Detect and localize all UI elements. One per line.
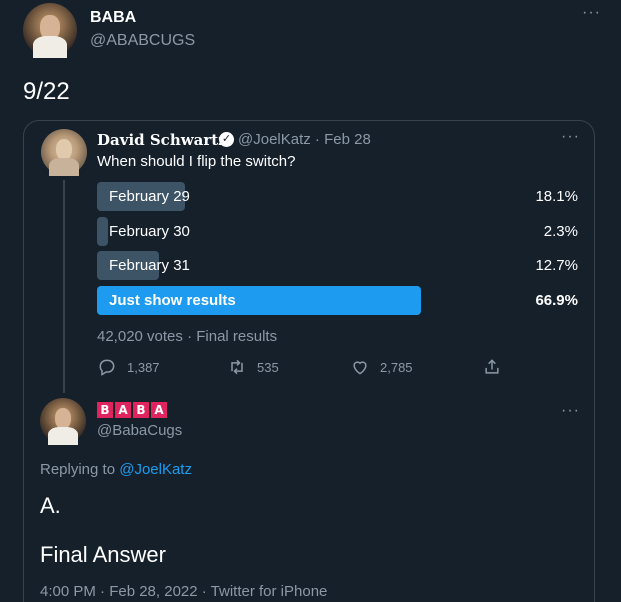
poll-option: February 29 18.1% (97, 182, 582, 211)
poll-option-winner: Just show results 66.9% (97, 286, 582, 315)
reply-avatar[interactable] (40, 398, 86, 445)
poll-option-label: February 30 (109, 223, 190, 240)
like-action[interactable]: 2,785 (350, 356, 413, 378)
more-options-icon[interactable]: ··· (582, 5, 601, 21)
retweet-action[interactable]: 535 (227, 356, 279, 378)
poll-bar (97, 217, 109, 246)
poll-option-percent: 2.3% (543, 223, 578, 240)
name-tile: A (115, 402, 131, 418)
quoted-more-options-icon[interactable]: ··· (561, 129, 580, 145)
name-tile: B (97, 402, 113, 418)
retweet-count: 535 (257, 359, 279, 375)
retweet-icon (231, 359, 243, 375)
reply-text-line-1: A. (40, 493, 61, 518)
author-handle[interactable]: @ABABCUGS (90, 32, 195, 50)
reply-author-handle[interactable]: @BabaCugs (97, 422, 182, 439)
avatar[interactable] (23, 3, 77, 59)
reply-timestamp[interactable]: 4:00 PM · Feb 28, 2022 · Twitter for iPh… (40, 583, 327, 600)
reply-count: 1,387 (127, 359, 160, 375)
reply-more-options-icon[interactable]: ··· (561, 403, 580, 419)
poll-option-percent: 18.1% (535, 188, 578, 205)
poll-option-percent: 12.7% (535, 257, 578, 274)
verified-badge-icon: ✓ (219, 132, 234, 147)
name-tile: A (151, 402, 167, 418)
quoted-author-meta[interactable]: @JoelKatz · Feb 28 (238, 131, 371, 148)
quoted-tweet-text: When should I flip the switch? (97, 153, 296, 170)
poll-option-label: Just show results (109, 292, 236, 309)
author-name[interactable]: BABA (90, 9, 136, 27)
replying-prefix: Replying to (40, 461, 120, 478)
reply-action[interactable]: 1,387 (97, 356, 160, 378)
thread-line (63, 180, 65, 393)
reply-author-name[interactable]: B A B A (97, 402, 169, 418)
share-icon (485, 359, 499, 374)
poll-option-label: February 29 (109, 188, 190, 205)
reply-icon (99, 359, 115, 376)
heart-icon (353, 361, 367, 375)
quoted-avatar[interactable] (41, 129, 87, 176)
share-action[interactable] (482, 356, 512, 378)
replying-to-link[interactable]: @JoelKatz (119, 461, 192, 478)
like-count: 2,785 (380, 359, 413, 375)
poll-option: February 31 12.7% (97, 251, 582, 280)
poll-footer: 42,020 votes · Final results (97, 328, 278, 345)
poll-option-percent: 66.9% (535, 292, 578, 309)
reply-text-line-2: Final Answer (40, 542, 166, 567)
poll-option: February 30 2.3% (97, 217, 582, 246)
tweet-page: BABA @ABABCUGS ··· 9/22 David Schwartz ✓… (0, 0, 621, 602)
name-tile: B (133, 402, 149, 418)
replying-to: Replying to @JoelKatz (40, 461, 192, 478)
quoted-author-name[interactable]: David Schwartz (97, 131, 227, 149)
poll-option-label: February 31 (109, 257, 190, 274)
tweet-text: 9/22 (23, 78, 70, 105)
